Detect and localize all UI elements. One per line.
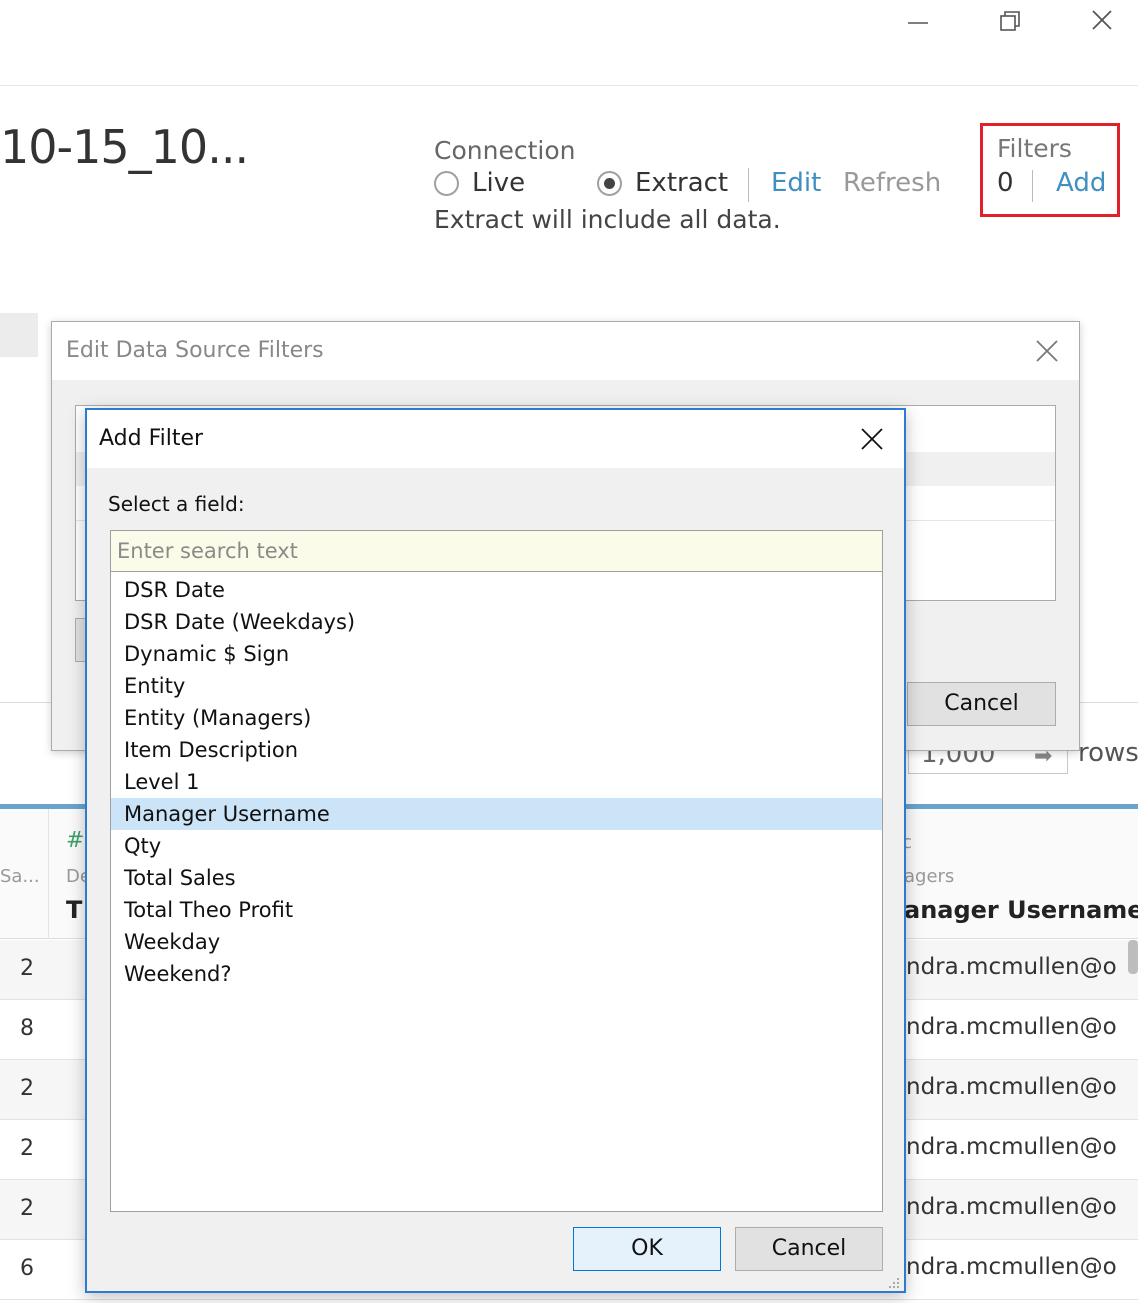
filters-add-link[interactable]: Add bbox=[1056, 168, 1106, 198]
field-list-item[interactable]: Qty bbox=[111, 830, 882, 862]
field-list-item[interactable]: Manager Username bbox=[111, 798, 882, 830]
field-list-item[interactable]: DSR Date (Weekdays) bbox=[111, 606, 882, 638]
cell-value: 2 bbox=[20, 1136, 34, 1161]
column-header-1[interactable]: Sa... bbox=[0, 866, 40, 887]
filters-label: Filters bbox=[997, 134, 1072, 163]
extract-note: Extract will include all data. bbox=[434, 205, 781, 234]
live-radio[interactable] bbox=[434, 171, 459, 196]
cell-value: 8 bbox=[20, 1016, 34, 1041]
field-list-item[interactable]: Total Sales bbox=[111, 862, 882, 894]
field-list[interactable]: DSR Date DSR Date (Weekdays) Dynamic $ Sig… bbox=[110, 572, 883, 1212]
refresh-extract-link[interactable]: Refresh bbox=[843, 168, 941, 198]
divider bbox=[748, 168, 749, 202]
cell-email: ndra.mcmullen@or bbox=[906, 1014, 1118, 1040]
dialog-title: Add Filter bbox=[99, 426, 204, 451]
divider bbox=[1032, 170, 1033, 202]
cell-email: ndra.mcmullen@or bbox=[906, 1074, 1118, 1100]
cell-email: ndra.mcmullen@or bbox=[906, 1134, 1118, 1160]
live-label[interactable]: Live bbox=[472, 168, 525, 198]
add-filter-dialog: Add Filter Select a field: DSR DateDSR D… bbox=[85, 408, 906, 1293]
extract-label[interactable]: Extract bbox=[635, 168, 728, 198]
close-icon[interactable] bbox=[857, 424, 887, 454]
field-list-item[interactable]: Entity (Managers) bbox=[111, 702, 882, 734]
cell-value: 2 bbox=[20, 1196, 34, 1221]
column-divider[interactable] bbox=[48, 809, 49, 939]
cell-value: 2 bbox=[20, 1076, 34, 1101]
dialog-titlebar: Edit Data Source Filters bbox=[52, 322, 1079, 380]
grid-scrollbar-thumb[interactable] bbox=[1128, 940, 1138, 974]
column-3-name[interactable]: anager Username bbox=[904, 896, 1138, 924]
resize-grip-icon[interactable] bbox=[883, 1274, 901, 1290]
rows-label: rows bbox=[1078, 738, 1138, 768]
field-list-item[interactable]: Weekday bbox=[111, 926, 882, 958]
connection-label: Connection bbox=[434, 136, 576, 165]
cell-email: ndra.mcmullen@or bbox=[906, 1194, 1118, 1220]
select-field-label: Select a field: bbox=[108, 492, 245, 516]
field-list-item[interactable]: Dynamic $ Sign bbox=[111, 638, 882, 670]
field-list-item[interactable]: Item Description bbox=[111, 734, 882, 766]
cell-email: ndra.mcmullen@or bbox=[906, 954, 1118, 980]
close-icon[interactable] bbox=[1082, 4, 1122, 36]
filters-count: 0 bbox=[997, 168, 1014, 198]
restore-icon[interactable] bbox=[990, 4, 1030, 36]
cancel-button[interactable]: Cancel bbox=[735, 1227, 883, 1271]
minimize-icon[interactable] bbox=[898, 4, 938, 36]
ok-button[interactable]: OK bbox=[573, 1227, 721, 1271]
number-type-icon[interactable]: # bbox=[66, 828, 84, 853]
datasource-title[interactable]: 10-15_10... bbox=[0, 120, 249, 174]
close-icon[interactable] bbox=[1032, 336, 1062, 366]
field-list-item[interactable]: DSR Date bbox=[111, 574, 882, 606]
field-list-item[interactable]: Entity bbox=[111, 670, 882, 702]
column-3-source: agers bbox=[904, 866, 955, 887]
field-list-item[interactable]: Total Theo Profit bbox=[111, 894, 882, 926]
extract-radio[interactable] bbox=[597, 171, 622, 196]
cancel-button[interactable]: Cancel bbox=[907, 682, 1056, 726]
column-2-name[interactable]: T bbox=[66, 896, 82, 924]
canvas-tab-stub bbox=[0, 313, 38, 357]
cell-email: ndra.mcmullen@or bbox=[906, 1254, 1118, 1280]
cell-value: 6 bbox=[20, 1256, 34, 1281]
search-input[interactable] bbox=[110, 530, 883, 572]
field-list-item[interactable]: Level 1 bbox=[111, 766, 882, 798]
field-list-item[interactable]: Weekend? bbox=[111, 958, 882, 990]
dialog-titlebar: Add Filter bbox=[87, 410, 904, 468]
edit-extract-link[interactable]: Edit bbox=[771, 168, 821, 198]
cell-value: 2 bbox=[20, 956, 34, 981]
window-titlebar bbox=[0, 0, 1138, 86]
dialog-title: Edit Data Source Filters bbox=[66, 338, 324, 363]
